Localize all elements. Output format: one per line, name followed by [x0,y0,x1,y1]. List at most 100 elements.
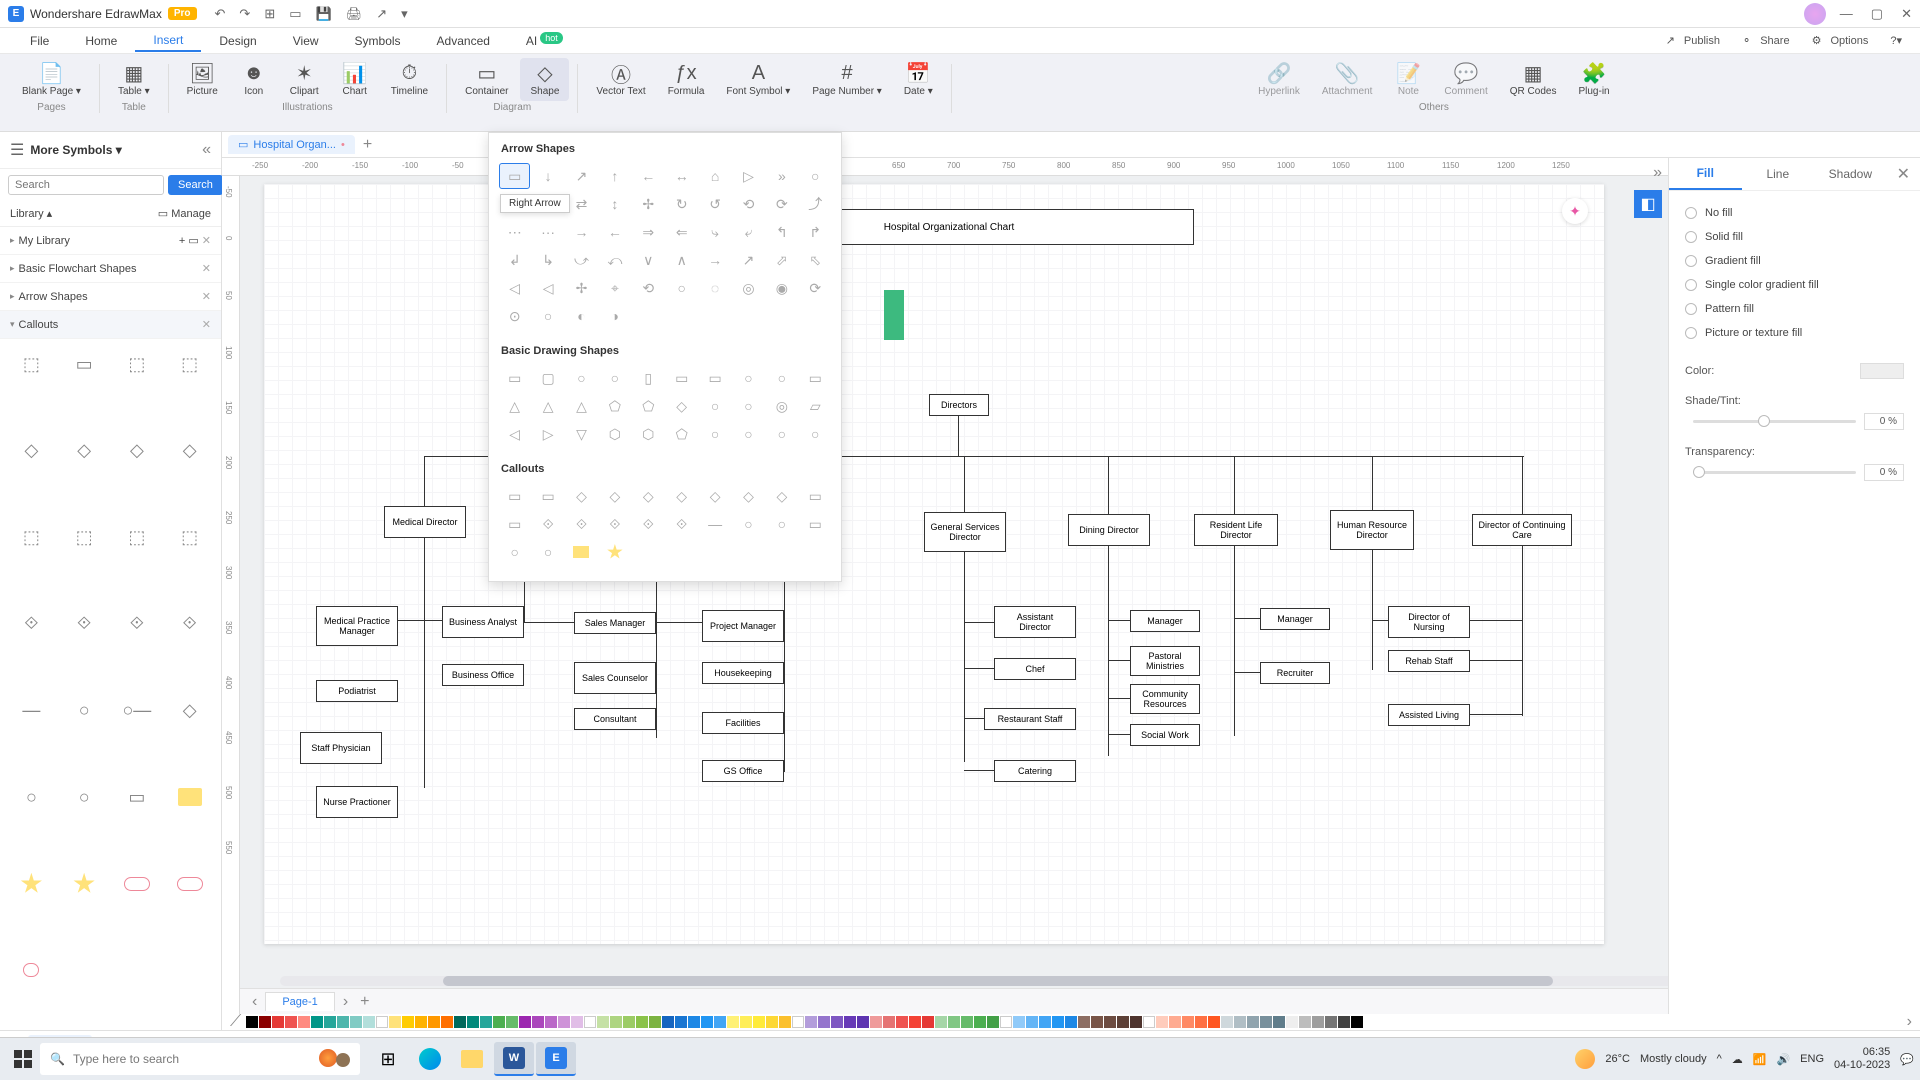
arrow-shape-right[interactable]: ▭ [499,163,530,189]
arrow-shape[interactable]: ◁ [532,275,563,301]
qat-more-icon[interactable]: ▾ [401,6,408,22]
color-swatch[interactable] [311,1016,323,1028]
callout-shape[interactable]: ⬚ [8,347,55,381]
explorer-icon[interactable] [452,1042,492,1076]
org-node[interactable]: Sales Manager [574,612,656,634]
font-symbol-button[interactable]: AFont Symbol ▾ [716,58,800,101]
callout-popup-shape[interactable]: ○ [766,511,797,537]
callout-popup-shape[interactable]: ◇ [666,483,697,509]
arrow-shape[interactable]: ↔ [666,163,697,189]
org-node[interactable]: General Services Director [924,512,1006,552]
color-swatch[interactable] [896,1016,908,1028]
sheet-add[interactable]: + [356,993,373,1011]
publish-button[interactable]: ↗ Publish [1660,34,1732,47]
callout-popup-shape[interactable]: ▭ [800,511,831,537]
basic-shape[interactable]: ⬠ [666,421,697,447]
color-swatch[interactable] [831,1016,843,1028]
callout-shape[interactable]: ○— [114,694,161,728]
color-swatch[interactable] [727,1016,739,1028]
arrow-shape[interactable]: » [766,163,797,189]
callout-shape[interactable]: ⬚ [61,520,108,554]
color-swatch[interactable] [961,1016,973,1028]
arrow-shape[interactable]: ⬁ [800,247,831,273]
weather-temp[interactable]: 26°C [1605,1053,1630,1065]
color-swatch[interactable] [636,1016,648,1028]
arrow-shape[interactable]: ⇒ [633,219,664,245]
callout-popup-shape[interactable]: ⟐ [666,511,697,537]
callout-popup-shape[interactable]: ⟐ [599,511,630,537]
color-swatch[interactable] [792,1016,804,1028]
edge-icon[interactable] [410,1042,450,1076]
help-icon[interactable]: ?▾ [1884,34,1908,47]
arrow-shape[interactable]: ○ [666,275,697,301]
hamburger-icon[interactable]: ☰ [10,140,24,160]
basic-shape[interactable]: △ [499,393,530,419]
color-swatch[interactable] [766,1016,778,1028]
arrow-shape[interactable]: ⌂ [699,163,730,189]
color-swatch[interactable] [909,1016,921,1028]
color-swatch[interactable] [610,1016,622,1028]
color-swatch[interactable] [805,1016,817,1028]
color-swatch[interactable] [818,1016,830,1028]
callout-shape[interactable]: ◇ [166,434,213,468]
org-node[interactable]: Sales Counselor [574,662,656,694]
color-swatch[interactable] [1338,1016,1350,1028]
clipart-button[interactable]: ✶Clipart [280,58,329,101]
color-swatch[interactable] [987,1016,999,1028]
color-swatch[interactable] [1117,1016,1129,1028]
canvas-page[interactable]: ✦ Hospital Organizational Chart Director… [264,184,1604,944]
org-node[interactable]: Assistant Director [994,606,1076,638]
arrow-shape[interactable]: ∨ [633,247,664,273]
color-swatch[interactable] [350,1016,362,1028]
color-swatch[interactable] [922,1016,934,1028]
color-swatch[interactable] [1299,1016,1311,1028]
org-node[interactable]: Recruiter [1260,662,1330,684]
arrow-shape[interactable]: ↓ [532,163,563,189]
callout-shape[interactable] [8,867,55,901]
arrow-shape[interactable]: ⟳ [800,275,831,301]
basic-shape[interactable]: ⬠ [599,393,630,419]
arrow-shape[interactable]: ↕ [599,191,630,217]
arrow-shape[interactable]: ↺ [699,191,730,217]
fill-option-none[interactable]: No fill [1685,201,1904,225]
color-swatch[interactable] [1312,1016,1324,1028]
taskbar-search[interactable]: 🔍 Type here to search [40,1043,360,1075]
color-swatch[interactable] [285,1016,297,1028]
arrow-shape[interactable]: ↑ [599,163,630,189]
color-swatch[interactable] [623,1016,635,1028]
basic-shape[interactable]: ▭ [699,365,730,391]
color-swatch[interactable] [272,1016,284,1028]
picture-button[interactable]: 🖼Picture [177,58,228,101]
basic-shape[interactable]: ▭ [800,365,831,391]
callout-shape[interactable] [166,867,213,901]
arrow-shape[interactable]: ⟳ [766,191,797,217]
arrow-shape[interactable]: ↻ [666,191,697,217]
callout-shape[interactable] [8,953,55,987]
callout-popup-shape[interactable]: — [699,511,730,537]
basic-shape[interactable]: ⬡ [633,421,664,447]
color-swatch[interactable] [480,1016,492,1028]
callout-popup-shape[interactable]: ▭ [800,483,831,509]
callout-shape[interactable]: ⬚ [8,520,55,554]
notifications-icon[interactable]: 💬 [1900,1053,1914,1066]
callout-shape[interactable] [61,867,108,901]
color-swatch[interactable] [1860,363,1904,379]
shade-value[interactable]: 0 % [1864,413,1904,430]
menu-design[interactable]: Design [201,31,274,51]
org-node[interactable]: Restaurant Staff [984,708,1076,730]
color-swatch[interactable] [1273,1016,1285,1028]
arrow-shape[interactable]: ◌ [699,275,730,301]
arrow-shape[interactable]: ⇄ [566,191,597,217]
basic-shape[interactable]: ◇ [666,393,697,419]
basic-shape[interactable]: ○ [699,393,730,419]
callout-shape[interactable]: ▭ [114,780,161,814]
symbol-search-button[interactable]: Search [168,175,223,195]
callout-shape[interactable] [114,867,161,901]
options-button[interactable]: ⚙ Options [1806,34,1881,47]
arrow-shape[interactable]: ← [633,163,664,189]
callout-shape[interactable] [166,780,213,814]
color-swatch[interactable] [1143,1016,1155,1028]
my-library-row[interactable]: ▸My Library + ▭ ✕ [0,227,221,255]
palette-scroll-right[interactable]: › [1907,1013,1912,1031]
basic-shape[interactable]: ⬠ [633,393,664,419]
